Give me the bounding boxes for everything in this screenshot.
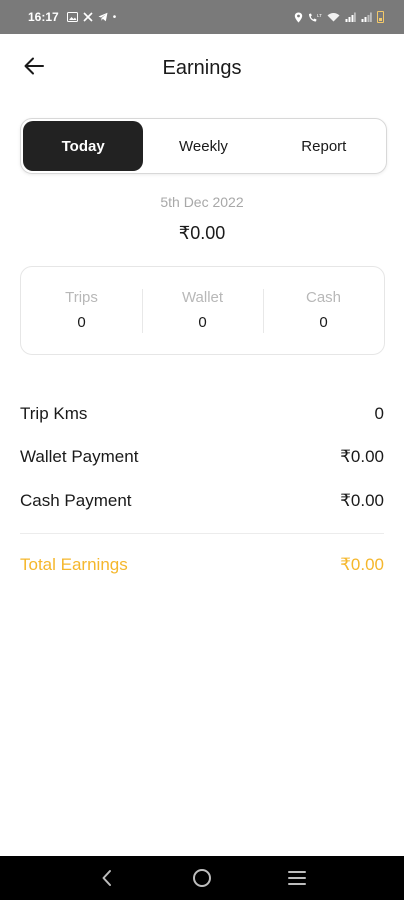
detail-value: 0 [374, 403, 384, 423]
chevron-left-icon [102, 870, 112, 886]
detail-row-trip-kms: Trip Kms 0 [20, 392, 384, 436]
total-earnings-value: ₹0.00 [340, 554, 384, 574]
tab-report[interactable]: Report [264, 121, 384, 171]
status-left: 16:17 • [28, 10, 116, 24]
detail-label: Trip Kms [20, 403, 88, 423]
location-icon [294, 12, 303, 22]
volte-call-icon: LTE [309, 13, 322, 21]
period-tabs: Today Weekly Report [20, 118, 387, 174]
detail-label: Wallet Payment [20, 447, 139, 467]
detail-value: ₹0.00 [340, 447, 384, 467]
nav-recents-button[interactable] [277, 858, 317, 898]
image-notification-icon [66, 12, 78, 22]
stat-label: Cash [305, 288, 342, 306]
system-nav-bar [0, 856, 404, 900]
stats-card: Trips 0 Wallet 0 Cash 0 [20, 266, 385, 355]
detail-label: Cash Payment [20, 490, 132, 510]
detail-row-cash-payment: Cash Payment ₹0.00 [20, 479, 384, 523]
earnings-amount: ₹0.00 [178, 223, 226, 243]
tools-notification-icon [83, 12, 93, 22]
page-title: Earnings [162, 56, 242, 79]
tab-weekly[interactable]: Weekly [143, 121, 263, 171]
stat-trips: Trips 0 [21, 289, 142, 333]
status-time: 16:17 [28, 10, 59, 24]
stat-label: Wallet [181, 288, 224, 306]
arrow-left-icon [24, 57, 44, 75]
more-notifications-dot: • [112, 11, 117, 23]
total-earnings-row: Total Earnings ₹0.00 [20, 534, 384, 596]
stat-value: 0 [319, 313, 328, 331]
stat-value: 0 [198, 313, 207, 331]
stat-label: Trips [65, 288, 98, 306]
app-header: Earnings [0, 34, 404, 102]
detail-value: ₹0.00 [340, 490, 384, 510]
total-earnings-label: Total Earnings [20, 554, 128, 574]
telegram-notification-icon [98, 12, 108, 22]
back-button[interactable] [20, 52, 48, 80]
signal-icon-2 [361, 12, 372, 22]
wifi-icon [327, 13, 340, 22]
nav-home-button[interactable] [182, 858, 222, 898]
menu-lines-icon [287, 871, 306, 885]
earnings-details: Trip Kms 0 Wallet Payment ₹0.00 Cash Pay… [20, 392, 384, 596]
tab-today[interactable]: Today [23, 121, 144, 171]
home-circle-icon [192, 869, 211, 887]
battery-icon [377, 11, 384, 23]
detail-row-wallet-payment: Wallet Payment ₹0.00 [20, 436, 384, 480]
nav-back-button[interactable] [87, 858, 127, 898]
status-bar: 16:17 • LTE [0, 0, 404, 34]
stat-wallet: Wallet 0 [142, 288, 263, 333]
svg-text:LTE: LTE [317, 13, 322, 18]
stat-value: 0 [77, 313, 86, 331]
signal-icon-1 [345, 12, 356, 22]
earnings-date: 5th Dec 2022 [160, 194, 244, 210]
status-right: LTE [294, 11, 384, 23]
notification-icons: • [66, 11, 117, 23]
stat-cash: Cash 0 [263, 288, 384, 333]
